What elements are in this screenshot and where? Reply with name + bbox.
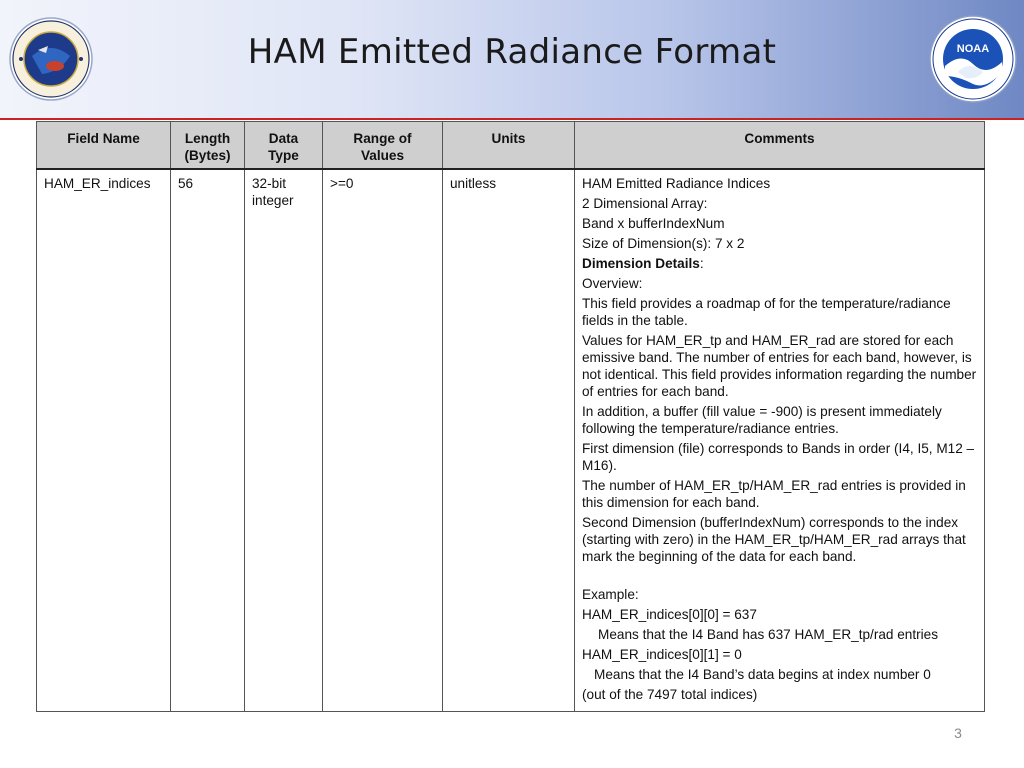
comment-line: In addition, a buffer (fill value = -900… xyxy=(582,404,942,436)
comment-line: Second Dimension (bufferIndexNum) corres… xyxy=(582,515,966,564)
comment-line: Overview: xyxy=(582,276,643,291)
cell-data-type: 32-bit integer xyxy=(244,168,323,712)
comment-line: Band x bufferIndexNum xyxy=(582,216,725,231)
table-header-row: Field Name Length (Bytes) Data Type Range … xyxy=(36,121,985,170)
cell-range: >=0 xyxy=(322,168,443,712)
comment-line: This field provides a roadmap of for the… xyxy=(582,296,951,328)
field-format-table: Field Name Length (Bytes) Data Type Range … xyxy=(36,121,985,712)
comment-line: (out of the 7497 total indices) xyxy=(582,687,758,702)
header-data-type: Data Type xyxy=(244,121,323,170)
cell-field-name: HAM_ER_indices xyxy=(36,168,171,712)
comment-line: Values for HAM_ER_tp and HAM_ER_rad are … xyxy=(582,333,977,399)
header-range: Range of Values xyxy=(322,121,443,170)
cell-comments: HAM Emitted Radiance Indices 2 Dimension… xyxy=(574,168,985,712)
comment-line: Means that the I4 Band has 637 HAM_ER_tp… xyxy=(598,627,939,642)
slide-title: HAM Emitted Radiance Format xyxy=(247,32,777,72)
comment-line: 2 Dimensional Array: xyxy=(582,196,708,211)
comment-line: Dimension Details: xyxy=(582,256,704,271)
comment-line: HAM_ER_indices[0][0] = 637 xyxy=(582,607,757,622)
comment-line: Size of Dimension(s): 7 x 2 xyxy=(582,236,745,251)
header-units: Units xyxy=(442,121,575,170)
cell-length: 56 xyxy=(170,168,245,712)
table-row: HAM_ER_indices 56 32-bit integer >=0 unit… xyxy=(36,168,985,712)
comment-line: First dimension (file) corresponds to Ba… xyxy=(582,441,975,473)
slide-header: NOAA HAM Emitted Radiance Format xyxy=(0,0,1024,118)
header-field-name: Field Name xyxy=(36,121,171,170)
header-comments: Comments xyxy=(574,121,985,170)
comment-line: Means that the I4 Band’s data begins at … xyxy=(594,667,931,682)
comment-line: HAM_ER_indices[0][1] = 0 xyxy=(582,647,742,662)
header-divider xyxy=(0,118,1024,120)
dimension-details-label: Dimension Details xyxy=(582,256,700,271)
cell-units: unitless xyxy=(442,168,575,712)
header-length: Length (Bytes) xyxy=(170,121,245,170)
comment-line: The number of HAM_ER_tp/HAM_ER_rad entri… xyxy=(582,478,966,510)
comment-line: HAM Emitted Radiance Indices xyxy=(582,176,771,191)
page-number: 3 xyxy=(954,725,962,741)
comment-line: Example: xyxy=(582,587,639,602)
